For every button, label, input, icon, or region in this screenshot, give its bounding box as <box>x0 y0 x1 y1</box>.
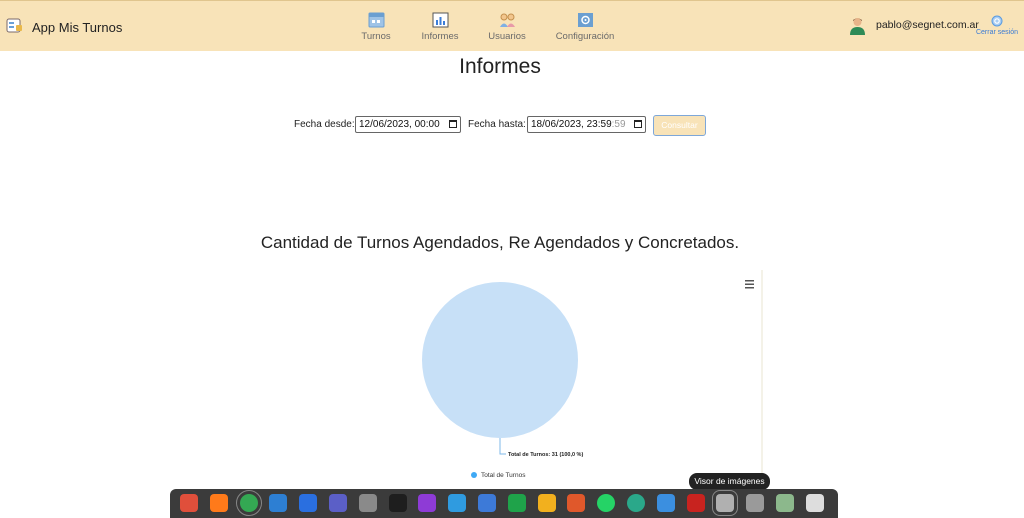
users-icon <box>499 13 515 27</box>
nav-label-configuracion: Configuración <box>555 31 615 42</box>
top-navbar: App Mis Turnos Turnos Informes Usuarios <box>0 0 1024 51</box>
pie-chart: Total de Turnos: 31 (100,0 %) Total de T… <box>422 270 763 486</box>
from-date-label: Fecha desde: <box>294 119 355 130</box>
nav-label-turnos: Turnos <box>361 31 391 42</box>
nav-label-usuarios: Usuarios <box>488 31 526 42</box>
nav-item-configuracion[interactable]: Configuración <box>545 11 625 42</box>
user-email: pablo@segnet.com.ar <box>876 19 979 31</box>
taskbar-dock <box>170 489 838 518</box>
firefox-icon[interactable] <box>209 494 228 512</box>
impress-icon[interactable] <box>567 494 586 512</box>
power-icon <box>991 15 1003 27</box>
from-date-input[interactable]: 12/06/2023, 00:00 <box>355 116 461 133</box>
app-grid-icon[interactable] <box>805 494 824 512</box>
monitor-icon[interactable] <box>656 494 675 512</box>
nav-item-usuarios[interactable]: Usuarios <box>467 11 547 42</box>
onenote-icon[interactable] <box>418 494 437 512</box>
gear-icon <box>577 13 593 27</box>
sync-icon[interactable] <box>627 494 645 512</box>
calc-icon[interactable] <box>507 494 526 512</box>
pie-slices <box>422 282 578 438</box>
consultar-button[interactable]: Consultar <box>653 115 706 136</box>
pycharm-icon[interactable] <box>299 494 318 512</box>
taskbar-tooltip: Visor de imágenes <box>689 473 770 490</box>
filezilla-icon[interactable] <box>686 494 705 512</box>
calendar-picker-icon[interactable] <box>634 120 642 128</box>
nav-label-informes: Informes <box>421 31 459 42</box>
draw-icon[interactable] <box>537 494 556 512</box>
calendar-icon <box>368 12 384 28</box>
to-date-seconds: :59 <box>611 119 626 130</box>
pie-slice[interactable] <box>422 282 578 438</box>
mail-icon[interactable] <box>269 494 288 512</box>
teams-icon[interactable] <box>329 494 347 512</box>
bar-chart-icon <box>432 12 448 28</box>
terminal-icon[interactable] <box>388 494 407 512</box>
settings-icon[interactable] <box>746 494 765 512</box>
from-date-value: 12/06/2023, 00:00 <box>359 119 440 130</box>
whatsapp-icon[interactable] <box>597 494 616 512</box>
user-avatar-icon <box>850 18 865 35</box>
chart-menu-icon[interactable] <box>745 280 754 289</box>
logout-button[interactable]: Cerrar sesión <box>972 15 1022 36</box>
calendar-picker-icon[interactable] <box>449 120 457 128</box>
app-logo-icon <box>6 18 22 33</box>
logout-label: Cerrar sesión <box>975 29 1018 36</box>
legend-label: Total de Turnos <box>481 472 526 479</box>
to-date-value: 18/06/2023, 23:59 <box>531 119 612 130</box>
legend-marker <box>471 472 477 478</box>
chart-title: Cantidad de Turnos Agendados, Re Agendad… <box>260 233 740 252</box>
files-icon[interactable] <box>180 494 198 512</box>
data-label-connector <box>499 438 506 455</box>
app-title[interactable]: App Mis Turnos <box>32 20 122 35</box>
chrome-icon[interactable] <box>235 490 262 516</box>
vscode-icon[interactable] <box>448 494 467 512</box>
image-viewer-icon[interactable] <box>712 490 739 516</box>
trash-icon[interactable] <box>776 494 794 512</box>
to-date-label: Fecha hasta: <box>468 119 526 130</box>
page-title: Informes <box>459 55 541 78</box>
archive-icon[interactable] <box>358 494 377 512</box>
writer-icon[interactable] <box>478 494 496 512</box>
data-label: Total de Turnos: 31 (100,0 %) <box>508 452 583 458</box>
legend-item[interactable]: Total de Turnos <box>471 472 526 479</box>
to-date-input[interactable]: 18/06/2023, 23:59:59 <box>527 116 646 133</box>
